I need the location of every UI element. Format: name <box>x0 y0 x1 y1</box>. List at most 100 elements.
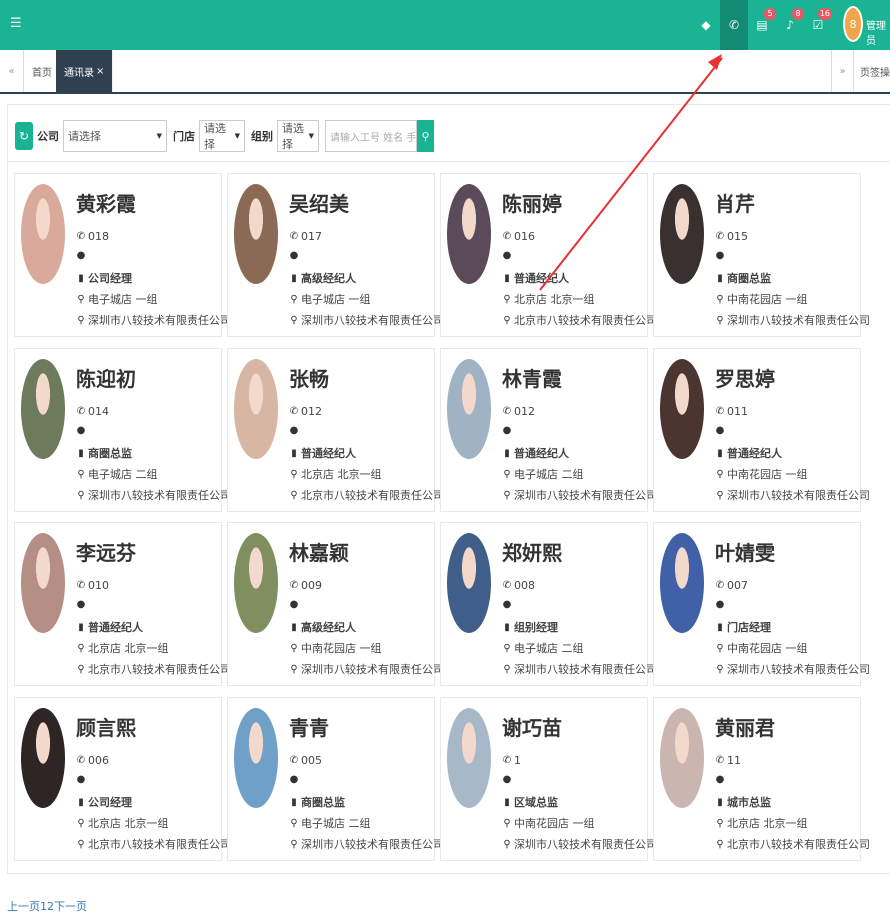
group-select[interactable]: 请选择 ▼ <box>277 120 319 152</box>
contact-id: 011 <box>727 405 748 418</box>
refresh-button[interactable]: ↻ <box>15 122 33 150</box>
contact-company-text: 深圳市八较技术有限责任公司 <box>301 838 444 851</box>
contact-phone: ✆ 017 <box>289 230 322 243</box>
contact-store: ⚲ 电子城店 二组 <box>502 466 583 482</box>
user-label[interactable]: 管理员 <box>866 17 890 47</box>
contact-wechat: ● <box>715 774 727 785</box>
phone-icon: ✆ <box>715 406 725 417</box>
next-page-link[interactable]: 下一页 <box>54 900 87 913</box>
page-link-1[interactable]: 1 <box>40 900 47 913</box>
contact-card[interactable]: 林青霞 ✆ 012 ● ▮ 普通经纪人 ⚲ 电子城店 二组 ⚲ 深圳市八较技术有限责任公司 <box>440 348 657 512</box>
prev-page-link[interactable]: 上一页 <box>7 900 40 913</box>
search-input[interactable]: 请输入工号 姓名 手机 <box>325 120 417 152</box>
map-marker-icon: ⚲ <box>716 663 724 675</box>
user-avatar[interactable]: 8 <box>843 6 863 42</box>
contact-card[interactable]: 罗思婷 ✆ 011 ● ▮ 普通经纪人 ⚲ 中南花园店 一组 ⚲ 深圳市八较技术有限责任公司 <box>653 348 870 512</box>
map-marker-icon: ⚲ <box>290 642 298 654</box>
tab-contacts-label: 通讯录 <box>64 67 94 79</box>
chevron-down-icon: ▼ <box>234 132 240 140</box>
contact-role: ▮ 门店经理 <box>715 619 771 635</box>
map-marker-icon: ⚲ <box>716 314 724 326</box>
contact-role-text: 高级经纪人 <box>301 621 356 634</box>
wechat-icon: ● <box>502 599 512 610</box>
id-card-icon: ▮ <box>291 272 297 284</box>
phone-icon[interactable]: ✆ <box>720 0 748 50</box>
contact-company-text: 深圳市八较技术有限责任公司 <box>514 838 657 851</box>
contact-role: ▮ 商圈总监 <box>289 794 345 810</box>
hamburger-icon[interactable]: ☰ <box>10 16 22 31</box>
task-icon[interactable]: ☑ 16 <box>804 0 832 50</box>
tab-scroll-left-icon[interactable]: « <box>0 50 24 92</box>
contact-role: ▮ 城市总监 <box>715 794 771 810</box>
map-marker-icon: ⚲ <box>716 838 724 850</box>
store-select-value: 请选择 <box>204 122 226 151</box>
contact-card[interactable]: 陈迎初 ✆ 014 ● ▮ 商圈总监 ⚲ 电子城店 二组 ⚲ 深圳市八较技术有限责任公司 <box>14 348 231 512</box>
document-icon[interactable]: ▤ 5 <box>748 0 776 50</box>
page-ops-button[interactable]: 页签操作 <box>853 50 890 92</box>
contact-card[interactable]: 张畅 ✆ 012 ● ▮ 普通经纪人 ⚲ 北京店 北京一组 ⚲ 北京市八较技术有限责任公司 <box>227 348 444 512</box>
contact-company-text: 深圳市八较技术有限责任公司 <box>88 314 231 327</box>
contact-role-text: 公司经理 <box>88 796 132 809</box>
contact-role: ▮ 高级经纪人 <box>289 270 356 286</box>
pagination: 上一页12下一页 <box>7 898 87 914</box>
contact-photo <box>21 708 65 808</box>
map-marker-icon: ⚲ <box>290 663 298 675</box>
id-card-icon: ▮ <box>78 272 84 284</box>
phone-icon: ✆ <box>289 406 299 417</box>
map-marker-icon: ⚲ <box>716 293 724 305</box>
contact-role-text: 商圈总监 <box>727 272 771 285</box>
contact-id: 1 <box>514 754 521 767</box>
wechat-icon: ● <box>289 250 299 261</box>
contact-card[interactable]: 顾言熙 ✆ 006 ● ▮ 公司经理 ⚲ 北京店 北京一组 ⚲ 北京市八较技术有限责任公司 <box>14 697 231 861</box>
contact-wechat: ● <box>715 250 727 261</box>
contact-phone: ✆ 018 <box>76 230 109 243</box>
contact-card[interactable]: 陈丽婷 ✆ 016 ● ▮ 普通经纪人 ⚲ 北京店 北京一组 ⚲ 北京市八较技术有限责任公司 <box>440 173 657 337</box>
contact-role: ▮ 区域总监 <box>502 794 558 810</box>
contact-store: ⚲ 北京店 北京一组 <box>76 815 168 831</box>
contact-company: ⚲ 北京市八较技术有限责任公司 <box>502 312 657 328</box>
map-marker-icon: ⚲ <box>716 468 724 480</box>
tab-contacts[interactable]: 通讯录 × <box>56 50 114 92</box>
page-link-2[interactable]: 2 <box>47 900 54 913</box>
dashboard-icon[interactable]: ◆ <box>692 0 720 50</box>
contact-name: 郑妍熙 <box>502 541 562 565</box>
contact-id: 018 <box>88 230 109 243</box>
contact-company: ⚲ 深圳市八较技术有限责任公司 <box>715 661 870 677</box>
contact-company-text: 北京市八较技术有限责任公司 <box>727 838 870 851</box>
search-button[interactable]: ⚲ <box>417 120 434 152</box>
contact-phone: ✆ 11 <box>715 754 741 767</box>
contact-company: ⚲ 深圳市八较技术有限责任公司 <box>715 487 870 503</box>
contact-company-text: 北京市八较技术有限责任公司 <box>88 838 231 851</box>
contact-card[interactable]: 黄彩霞 ✆ 018 ● ▮ 公司经理 ⚲ 电子城店 一组 ⚲ 深圳市八较技术有限责任公司 <box>14 173 231 337</box>
contact-phone: ✆ 014 <box>76 405 109 418</box>
bell-icon[interactable]: ♪ 8 <box>776 0 804 50</box>
chevron-down-icon: ▼ <box>156 132 162 140</box>
group-select-value: 请选择 <box>282 122 304 151</box>
store-select[interactable]: 请选择 ▼ <box>199 120 245 152</box>
map-marker-icon: ⚲ <box>290 489 298 501</box>
contact-photo <box>447 533 491 633</box>
contact-card[interactable]: 肖芹 ✆ 015 ● ▮ 商圈总监 ⚲ 中南花园店 一组 ⚲ 深圳市八较技术有限责任公司 <box>653 173 870 337</box>
contact-phone: ✆ 012 <box>502 405 535 418</box>
contact-company-text: 深圳市八较技术有限责任公司 <box>88 489 231 502</box>
tab-scroll-right-icon[interactable]: » <box>831 50 853 92</box>
contact-role-text: 普通经纪人 <box>301 447 356 460</box>
company-select[interactable]: 请选择 ▼ <box>63 120 167 152</box>
contact-company-text: 深圳市八较技术有限责任公司 <box>301 663 444 676</box>
contact-card[interactable]: 黄丽君 ✆ 11 ● ▮ 城市总监 ⚲ 北京店 北京一组 ⚲ 北京市八较技术有限责任公司 <box>653 697 870 861</box>
contact-card[interactable]: 叶婧雯 ✆ 007 ● ▮ 门店经理 ⚲ 中南花园店 一组 ⚲ 深圳市八较技术有限责任公司 <box>653 522 870 686</box>
map-marker-icon: ⚲ <box>290 468 298 480</box>
contact-card[interactable]: 郑妍熙 ✆ 008 ● ▮ 组别经理 ⚲ 电子城店 二组 ⚲ 深圳市八较技术有限责任公司 <box>440 522 657 686</box>
contact-photo <box>660 533 704 633</box>
map-marker-icon: ⚲ <box>503 314 511 326</box>
contact-card[interactable]: 吴绍美 ✆ 017 ● ▮ 高级经纪人 ⚲ 电子城店 一组 ⚲ 深圳市八较技术有限责任公司 <box>227 173 444 337</box>
contact-card[interactable]: 青青 ✆ 005 ● ▮ 商圈总监 ⚲ 电子城店 二组 ⚲ 深圳市八较技术有限责任公司 <box>227 697 444 861</box>
contact-card[interactable]: 林嘉颖 ✆ 009 ● ▮ 高级经纪人 ⚲ 中南花园店 一组 ⚲ 深圳市八较技术有限责任公司 <box>227 522 444 686</box>
contact-card[interactable]: 李远芬 ✆ 010 ● ▮ 普通经纪人 ⚲ 北京店 北京一组 ⚲ 北京市八较技术有限责任公司 <box>14 522 231 686</box>
tab-close-icon[interactable]: × <box>96 66 104 77</box>
contact-role-text: 商圈总监 <box>88 447 132 460</box>
contact-card[interactable]: 谢巧苗 ✆ 1 ● ▮ 区域总监 ⚲ 中南花园店 一组 ⚲ 深圳市八较技术有限责任公司 <box>440 697 657 861</box>
contact-company: ⚲ 深圳市八较技术有限责任公司 <box>289 661 444 677</box>
phone-icon: ✆ <box>76 406 86 417</box>
store-label: 门店 <box>173 130 195 143</box>
